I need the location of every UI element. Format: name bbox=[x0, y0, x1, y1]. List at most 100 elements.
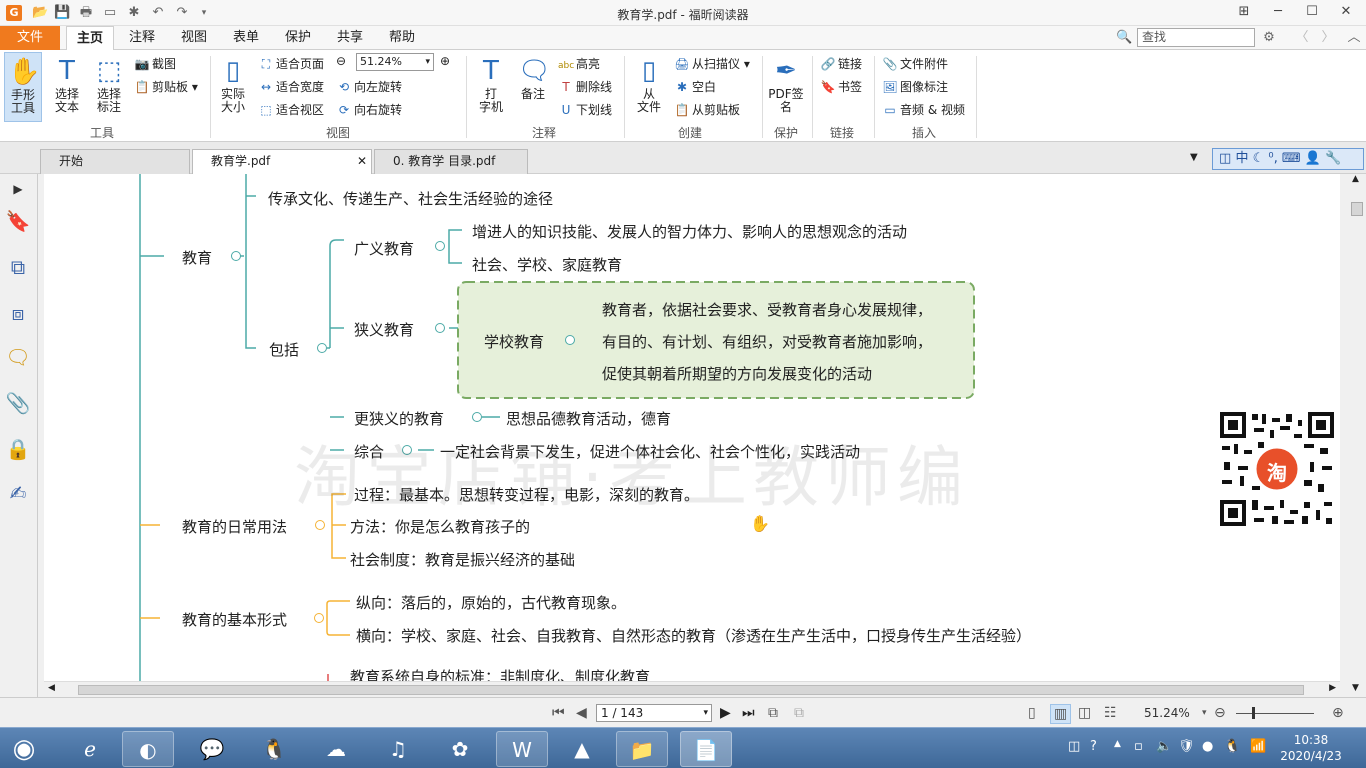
attachments-panel-icon[interactable]: 📎 bbox=[5, 390, 31, 416]
file-menu[interactable]: 文件 bbox=[0, 26, 60, 50]
note-button[interactable]: 🗨 备注 bbox=[514, 56, 552, 101]
forward-icon[interactable]: 〉 bbox=[1320, 30, 1336, 46]
network-icon[interactable]: 📶 bbox=[1250, 739, 1266, 754]
system-clock[interactable]: 10:38 2020/4/23 bbox=[1276, 732, 1346, 764]
underline-button[interactable]: U 下划线 bbox=[558, 101, 612, 118]
scroll-down-icon[interactable]: ▼ bbox=[1352, 683, 1359, 693]
previous-view-icon[interactable]: ⧉ bbox=[768, 704, 778, 722]
horizontal-scroll-thumb[interactable] bbox=[78, 685, 1304, 695]
page-number-input[interactable]: 1 / 143 ▾ bbox=[596, 704, 712, 722]
volume-icon[interactable]: 🔈 bbox=[1156, 739, 1172, 754]
file-attachment-button[interactable]: 📎 文件附件 bbox=[882, 55, 949, 72]
horizontal-scrollbar[interactable]: ◀ ▶ bbox=[44, 681, 1340, 697]
fit-visible-button[interactable]: ⬚ 适合视区 bbox=[258, 101, 324, 118]
last-page-icon[interactable]: ⏭ bbox=[742, 704, 755, 722]
help-tray-icon[interactable]: ? bbox=[1090, 739, 1097, 754]
security-panel-icon[interactable]: 🔒 bbox=[5, 436, 31, 462]
next-page-icon[interactable]: ▶ bbox=[720, 704, 731, 722]
fit-page-button[interactable]: ⛶ 适合页面 bbox=[258, 55, 324, 72]
search-folder-icon[interactable]: 🔍 bbox=[1116, 30, 1132, 46]
mindmap-node-toggle[interactable] bbox=[565, 335, 575, 345]
expand-panel-icon[interactable]: ▶ bbox=[5, 176, 31, 202]
tab-share[interactable]: 共享 bbox=[328, 26, 372, 50]
zoom-out-icon[interactable]: ⊖ bbox=[336, 54, 346, 68]
netease-music-icon[interactable]: ♫ bbox=[372, 731, 424, 767]
zoom-slider-handle[interactable] bbox=[1252, 707, 1255, 719]
bookmarks-panel-icon[interactable]: 🔖 bbox=[5, 208, 31, 234]
file-explorer-icon[interactable]: 📁 bbox=[616, 731, 668, 767]
mindmap-node-toggle[interactable] bbox=[435, 323, 445, 333]
wps-icon[interactable]: W bbox=[496, 731, 548, 767]
foxit-reader-taskbar-icon[interactable]: 📄 bbox=[680, 731, 732, 767]
tray-icon[interactable]: ▫ bbox=[1134, 739, 1143, 754]
layout-icon[interactable]: ⊞ bbox=[1230, 2, 1258, 22]
audio-video-button[interactable]: ▭ 音频 & 视频 bbox=[882, 101, 965, 118]
mindmap-node-toggle[interactable] bbox=[314, 613, 324, 623]
zoom-select[interactable]: 51.24% ▾ bbox=[356, 53, 434, 71]
app-icon[interactable]: ✿ bbox=[434, 731, 486, 767]
ime-tray-icon[interactable]: ◫ bbox=[1068, 739, 1080, 754]
zoom-dropdown-icon[interactable]: ▾ bbox=[1202, 704, 1207, 722]
mindmap-node-toggle[interactable] bbox=[315, 520, 325, 530]
typewriter-button[interactable]: T 打 字机 bbox=[472, 56, 510, 114]
tab-list-dropdown-icon[interactable]: ▼ bbox=[1190, 152, 1198, 163]
start-button-icon[interactable]: ◉ bbox=[2, 731, 46, 767]
next-view-icon[interactable]: ⧉ bbox=[794, 704, 804, 722]
rotate-right-button[interactable]: ⟳ 向右旋转 bbox=[336, 101, 402, 118]
screenshot-button[interactable]: 📷 截图 bbox=[134, 55, 177, 72]
select-annotation-button[interactable]: ⬚ 选择 标注 bbox=[90, 56, 128, 114]
pdf-sign-button[interactable]: ✒ PDF签 名 bbox=[766, 56, 806, 114]
from-scanner-button[interactable]: 🖨 从扫描仪 ▾ bbox=[674, 55, 749, 72]
ime-toolbar[interactable]: ◫ 中 ☾ ⁰‚ ⌨ 👤 🔧 bbox=[1212, 148, 1364, 170]
mindmap-node-toggle[interactable] bbox=[231, 251, 241, 261]
close-button[interactable]: ✕ bbox=[1332, 2, 1360, 22]
mindmap-node-toggle[interactable] bbox=[317, 343, 327, 353]
from-file-button[interactable]: ▯ 从 文件 bbox=[630, 56, 668, 114]
mindmap-node-toggle[interactable] bbox=[472, 412, 482, 422]
maximize-button[interactable]: ☐ bbox=[1298, 2, 1326, 22]
fit-width-button[interactable]: ↔ 适合宽度 bbox=[258, 78, 324, 95]
signatures-panel-icon[interactable]: ✍ bbox=[5, 480, 31, 506]
back-icon[interactable]: 〈 bbox=[1294, 30, 1310, 46]
zoom-level-value[interactable]: 51.24% bbox=[1144, 704, 1190, 722]
tab-home[interactable]: 主页 bbox=[66, 26, 114, 51]
link-button[interactable]: 🔗 链接 bbox=[820, 55, 863, 72]
clipboard-button[interactable]: 📋 剪贴板 ▾ bbox=[134, 78, 198, 95]
zoom-out-icon[interactable]: ⊖ bbox=[1214, 704, 1226, 722]
image-annotation-button[interactable]: 🖼 图像标注 bbox=[882, 78, 948, 95]
strikeout-button[interactable]: T 删除线 bbox=[558, 78, 612, 95]
scroll-right-icon[interactable]: ▶ bbox=[1329, 683, 1336, 693]
tab-comment[interactable]: 注释 bbox=[120, 26, 164, 50]
collapse-ribbon-icon[interactable]: ︿ bbox=[1346, 30, 1362, 46]
show-hidden-icons[interactable]: ▲ bbox=[1114, 739, 1121, 749]
tab-start[interactable]: 开始 bbox=[40, 149, 190, 174]
tab-help[interactable]: 帮助 bbox=[380, 26, 424, 50]
comments-panel-icon[interactable]: 🗨 bbox=[5, 344, 31, 370]
vertical-scroll-thumb[interactable] bbox=[1351, 202, 1363, 216]
scroll-up-icon[interactable]: ▲ bbox=[1352, 174, 1359, 184]
first-page-icon[interactable]: ⏮ bbox=[552, 704, 565, 722]
search-input[interactable]: 查找 bbox=[1137, 28, 1255, 47]
single-page-icon[interactable]: ▯ bbox=[1028, 704, 1036, 722]
wechat-icon[interactable]: 💬 bbox=[186, 731, 238, 767]
tab-contents-pdf[interactable]: 0. 教育学 目录.pdf bbox=[374, 149, 528, 174]
highlight-button[interactable]: abc 高亮 bbox=[558, 55, 600, 72]
continuous-page-icon[interactable]: ▥ bbox=[1050, 704, 1072, 724]
hand-tool-button[interactable]: ✋ 手形 工具 bbox=[4, 52, 42, 122]
settings-icon[interactable]: ⚙ bbox=[1261, 30, 1277, 46]
baidu-netdisk-icon[interactable]: ☁ bbox=[310, 731, 362, 767]
cloud-app-icon[interactable]: ▲ bbox=[556, 731, 608, 767]
continuous-facing-icon[interactable]: ☷ bbox=[1104, 704, 1117, 722]
blank-button[interactable]: ✱ 空白 bbox=[674, 78, 716, 95]
bookmark-button[interactable]: 🔖 书签 bbox=[820, 78, 863, 95]
close-tab-icon[interactable]: ✕ bbox=[357, 150, 367, 173]
scroll-left-icon[interactable]: ◀ bbox=[48, 683, 55, 693]
zoom-slider[interactable] bbox=[1236, 713, 1314, 714]
tab-protect[interactable]: 保护 bbox=[276, 26, 320, 50]
browser-app-icon[interactable]: ◐ bbox=[122, 731, 174, 767]
select-text-button[interactable]: T 选择 文本 bbox=[48, 56, 86, 114]
rotate-left-button[interactable]: ⟲ 向左旋转 bbox=[336, 78, 402, 95]
qq-tray-icon[interactable]: 🐧 bbox=[1224, 739, 1240, 754]
previous-page-icon[interactable]: ◀ bbox=[576, 704, 587, 722]
layers-panel-icon[interactable]: ⧈ bbox=[5, 300, 31, 326]
